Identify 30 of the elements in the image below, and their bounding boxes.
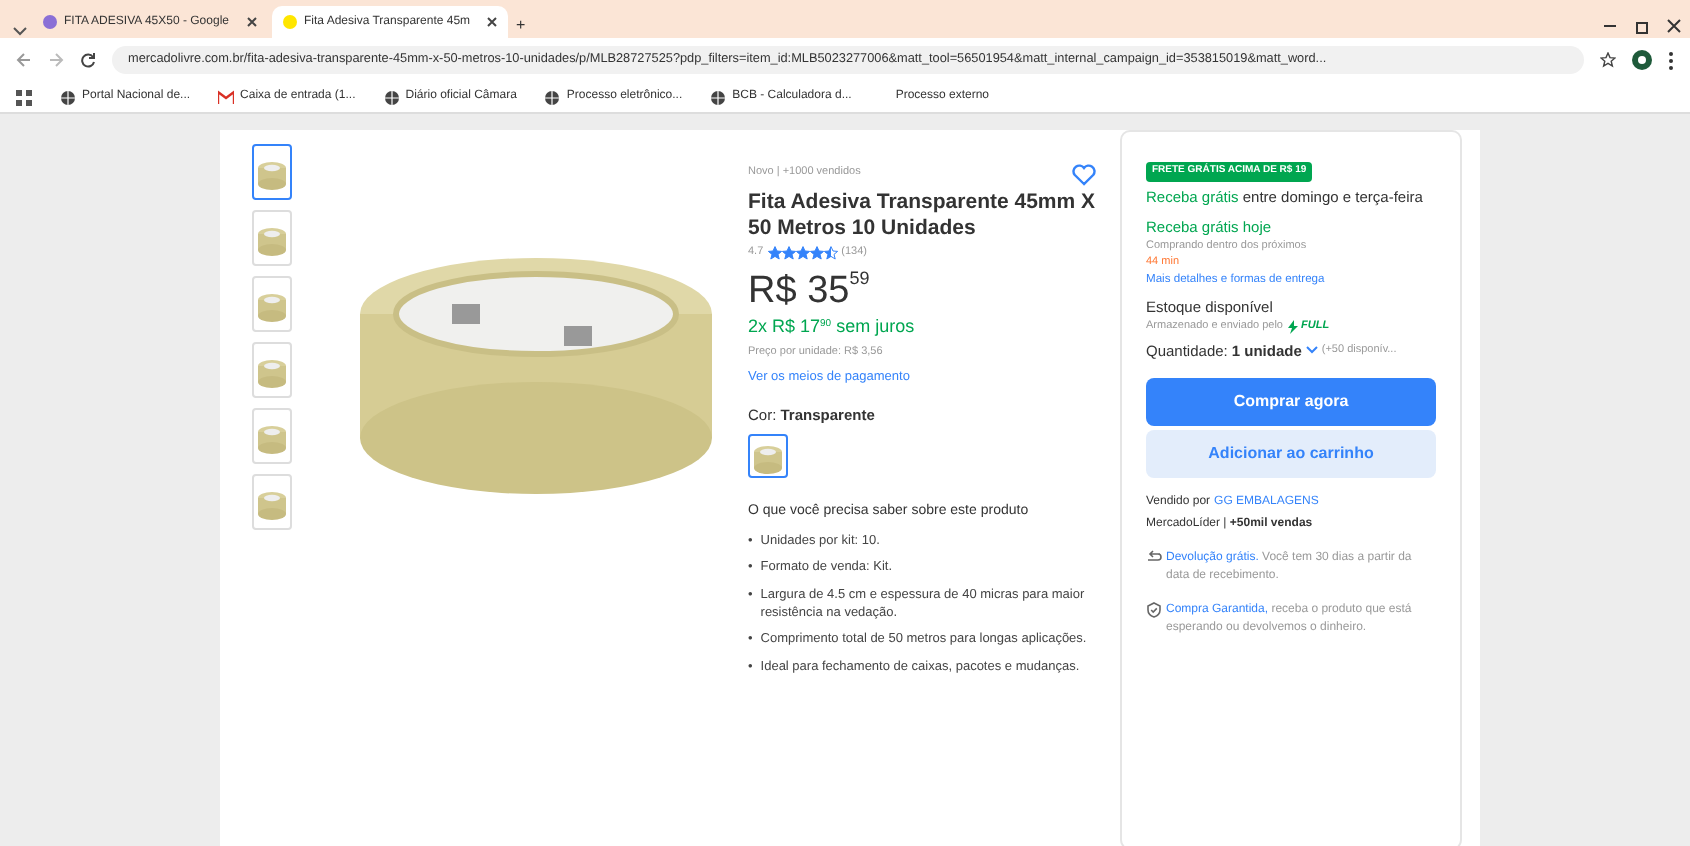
close-icon[interactable] [246, 16, 258, 28]
globe-icon [383, 89, 400, 105]
globe-icon [60, 89, 76, 105]
bolt-icon [1287, 320, 1297, 335]
profile-icon[interactable] [1632, 50, 1652, 70]
heart-icon[interactable] [1072, 164, 1096, 186]
globe-icon [710, 89, 727, 105]
dropdown-icon[interactable] [12, 22, 28, 38]
restore-icon[interactable] [1634, 18, 1650, 34]
favicon-icon [282, 14, 298, 30]
color-option[interactable] [748, 434, 788, 479]
back-icon[interactable] [16, 52, 32, 68]
buy-now-button[interactable]: Comprar agora [1146, 377, 1436, 426]
new-tab-button[interactable]: + [516, 14, 526, 38]
globe-icon [544, 89, 561, 105]
product-title: Fita Adesiva Transparente 45mm X 50 Metros 10 Unidades [748, 190, 1096, 243]
reload-icon[interactable] [80, 52, 96, 68]
menu-icon[interactable] [1668, 51, 1674, 69]
star-icon[interactable] [1600, 52, 1616, 68]
thumbnail[interactable] [252, 144, 292, 200]
installment-info: 2x R$ 17$^{90}$ sem juros [748, 313, 917, 340]
apps-icon[interactable] [16, 89, 32, 105]
mail-icon [218, 89, 235, 105]
close-icon[interactable] [1666, 18, 1682, 34]
shield-check-icon [1146, 601, 1162, 618]
chevron-down-icon [1305, 346, 1318, 355]
price: R$ 35$^{59}$ [748, 271, 872, 309]
return-icon [1146, 549, 1162, 566]
close-icon[interactable] [486, 16, 498, 28]
favicon-icon [42, 14, 58, 30]
